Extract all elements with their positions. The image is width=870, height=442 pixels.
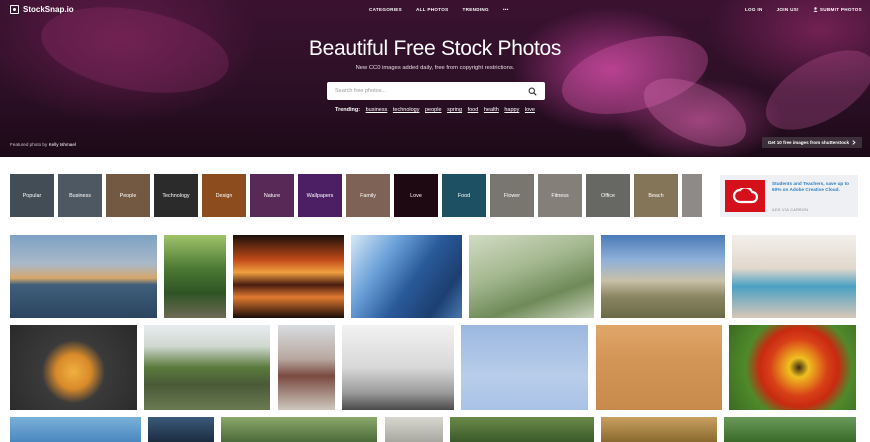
nav-more[interactable]: ••• [503, 7, 509, 12]
photo-woman-portrait[interactable] [596, 325, 722, 410]
ad-via[interactable]: ADS VIA CARBON [772, 208, 808, 212]
photo-row3-a[interactable] [10, 417, 141, 442]
trend-tag[interactable]: food [468, 107, 479, 113]
shutterstock-label: Get 10 free images from shutterstock [767, 140, 849, 145]
photo-glass-skyscraper[interactable] [351, 235, 462, 318]
photo-red-yellow-flower[interactable] [729, 325, 856, 410]
trend-tag[interactable]: health [484, 107, 499, 113]
category-label: Flower [503, 192, 521, 199]
category-label: Fitness [551, 192, 569, 199]
creative-cloud-icon [732, 188, 758, 204]
adobe-logo [725, 180, 765, 212]
account-nav: LOG IN JOIN US! SUBMIT PHOTOS [745, 7, 862, 12]
camera-icon [10, 5, 19, 14]
category-strip: Popular Business People Technology Design Nat… [10, 174, 702, 217]
category-label: Technology [162, 192, 190, 199]
category-label: Design [215, 192, 233, 199]
trend-tag[interactable]: love [525, 107, 535, 113]
category-tile[interactable]: Business [58, 174, 102, 217]
photo-grass-closeup[interactable] [469, 235, 594, 318]
chevron-right-icon [852, 140, 856, 145]
category-tile[interactable]: People [106, 174, 150, 217]
photo-row3-b[interactable] [148, 417, 214, 442]
category-tile[interactable]: Popular [10, 174, 54, 217]
hero-title: Beautiful Free Stock Photos [308, 37, 562, 60]
ad-text: Students and Teachers, save up to 60% on… [772, 181, 850, 193]
category-tile[interactable]: Family [346, 174, 390, 217]
category-label: Business [69, 192, 91, 199]
shutterstock-button[interactable]: Get 10 free images from shutterstock [761, 137, 862, 148]
category-tile[interactable]: Office [586, 174, 630, 217]
featured-prefix: Featured photo by [10, 142, 48, 147]
hero-subtitle: New CC0 images added daily, free from co… [355, 65, 515, 71]
category-label: Food [457, 192, 471, 199]
photo-joshua-tree-desert[interactable] [601, 235, 725, 318]
category-tile[interactable]: Fitness [538, 174, 582, 217]
photo-light-trails[interactable] [233, 235, 344, 318]
category-tile[interactable]: Flower [490, 174, 534, 217]
user-icon [813, 7, 818, 12]
submit-photos-link[interactable]: SUBMIT PHOTOS [813, 7, 862, 12]
submit-photos-label: SUBMIT PHOTOS [819, 7, 862, 12]
nav-categories[interactable]: CATEGORIES [369, 7, 402, 12]
photo-woman-pink-chair[interactable] [278, 325, 335, 410]
photo-forest-path-runner[interactable] [164, 235, 226, 318]
photo-row3-f[interactable] [601, 417, 717, 442]
carbon-ad[interactable]: Students and Teachers, save up to 60% on… [720, 175, 858, 217]
join-link[interactable]: JOIN US! [777, 7, 799, 12]
category-tile[interactable]: Wallpapers [298, 174, 342, 217]
site-logo[interactable]: StockSnap.io [10, 5, 74, 14]
photo-birds-blue-sky[interactable] [461, 325, 588, 410]
login-link[interactable]: LOG IN [745, 7, 763, 12]
trend-tag[interactable]: people [425, 107, 442, 113]
trending-tags: Trending: business technology people spr… [0, 107, 870, 113]
category-label: Wallpapers [306, 192, 334, 199]
photo-row3-g[interactable] [724, 417, 856, 442]
photo-orange-rose[interactable] [10, 325, 137, 410]
category-tile[interactable]: Technology [154, 174, 198, 217]
hero-banner: StockSnap.io CATEGORIES ALL PHOTOS TREND… [0, 0, 870, 157]
photo-row3-d[interactable] [385, 417, 443, 442]
trend-tag[interactable]: technology [393, 107, 420, 113]
main-nav: CATEGORIES ALL PHOTOS TRENDING ••• [369, 7, 509, 12]
category-tile[interactable]: Design [202, 174, 246, 217]
photo-bare-tree-bw[interactable] [342, 325, 454, 410]
featured-author-link[interactable]: Kelly Ishmael [49, 142, 76, 147]
nav-all-photos[interactable]: ALL PHOTOS [416, 7, 448, 12]
category-label: Nature [263, 192, 281, 199]
photo-ocean-sunset[interactable] [10, 235, 157, 318]
trend-tag[interactable]: business [366, 107, 388, 113]
nav-trending[interactable]: TRENDING [462, 7, 488, 12]
category-label: Love [410, 192, 422, 199]
trending-label: Trending: [335, 107, 361, 113]
photo-row3-e[interactable] [450, 417, 594, 442]
logo-text: StockSnap.io [23, 5, 74, 14]
trend-tag[interactable]: happy [504, 107, 519, 113]
featured-credit: Featured photo by Kelly Ishmael [10, 142, 76, 147]
category-tile[interactable] [682, 174, 702, 217]
category-label: Beach [648, 192, 664, 199]
search-box [327, 82, 545, 100]
category-label: Office [601, 192, 615, 199]
photo-row3-c[interactable] [221, 417, 377, 442]
category-label: Popular [22, 192, 42, 199]
trend-tag[interactable]: spring [447, 107, 462, 113]
category-label: Family [360, 192, 376, 199]
search-icon[interactable] [528, 87, 537, 96]
category-label: People [119, 192, 137, 199]
category-tile[interactable]: Food [442, 174, 486, 217]
category-tile[interactable]: Love [394, 174, 438, 217]
category-tile[interactable]: Beach [634, 174, 678, 217]
photo-couple-cooking[interactable] [732, 235, 856, 318]
category-tile[interactable]: Nature [250, 174, 294, 217]
photo-elephants-savanna[interactable] [144, 325, 270, 410]
search-input[interactable] [335, 88, 528, 94]
